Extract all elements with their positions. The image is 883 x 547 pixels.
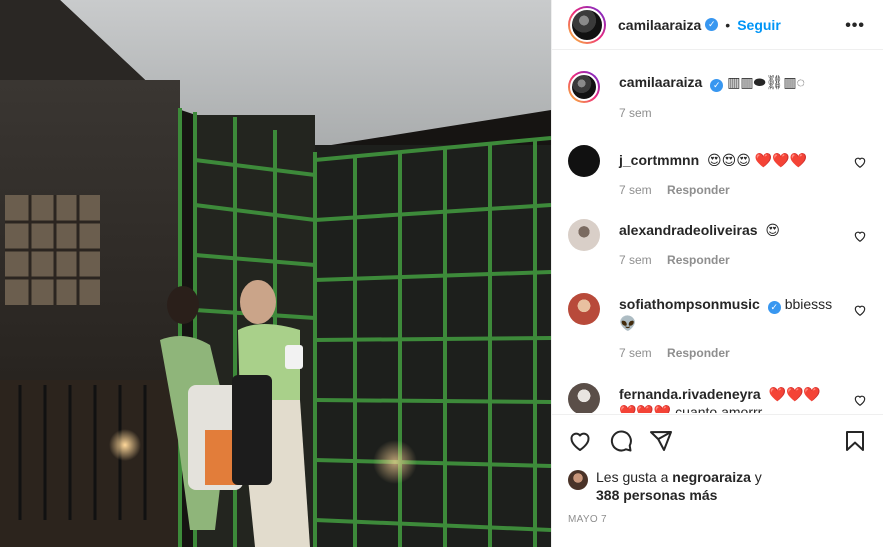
liker-avatar[interactable] bbox=[568, 470, 588, 490]
post-date[interactable]: MAYO 7 bbox=[568, 514, 607, 525]
reply-button[interactable]: Responder bbox=[667, 253, 730, 267]
post-header: camilaaraiza ✓ • Seguir ••• bbox=[552, 0, 883, 50]
follow-button[interactable]: Seguir bbox=[737, 17, 781, 33]
comment-text-line2: ❤️❤️❤️ cuanto amorrr bbox=[619, 404, 763, 413]
comment-meta: 7 sem Responder bbox=[619, 346, 867, 360]
comment-text: ❤️❤️❤️ bbox=[768, 386, 821, 402]
like-heart-icon[interactable] bbox=[568, 429, 592, 453]
caption-username[interactable]: camilaaraiza bbox=[619, 74, 702, 90]
comment-like-heart-icon[interactable] bbox=[853, 155, 867, 169]
caption-time: 7 sem bbox=[619, 106, 652, 120]
comment-item: sofiathompsonmusic ✓ bbiesss 👽 7 sem Resp… bbox=[568, 293, 867, 360]
comment-avatar[interactable] bbox=[568, 219, 600, 251]
author-avatar[interactable] bbox=[568, 5, 606, 44]
comment-meta: 7 sem Responder bbox=[619, 253, 867, 267]
likes-others[interactable]: 388 personas más bbox=[596, 487, 717, 503]
comment-like-heart-icon[interactable] bbox=[853, 303, 867, 317]
comment-text: bbiesss bbox=[784, 296, 833, 312]
likes-joiner: y bbox=[754, 469, 762, 485]
comment-avatar[interactable] bbox=[568, 145, 600, 177]
reply-button[interactable]: Responder bbox=[667, 346, 730, 360]
bookmark-icon[interactable] bbox=[843, 429, 867, 453]
verified-badge-icon: ✓ bbox=[705, 18, 719, 31]
separator-dot: • bbox=[725, 16, 731, 33]
verified-badge-icon: ✓ bbox=[710, 79, 724, 92]
verified-badge-icon: ✓ bbox=[767, 301, 781, 314]
comment-item: fernanda.rivadeneyra ❤️❤️❤️ ❤️❤️❤️ cuant… bbox=[568, 383, 867, 413]
comment-like-heart-icon[interactable] bbox=[853, 229, 867, 243]
comment-text-line2: 👽 bbox=[619, 315, 637, 331]
comment-item: alexandradeoliveiras 😍 7 sem Responder bbox=[568, 219, 867, 267]
more-options-icon[interactable]: ••• bbox=[845, 17, 865, 35]
comment-icon[interactable] bbox=[609, 429, 633, 453]
comment-like-heart-icon[interactable] bbox=[853, 393, 867, 407]
comment-meta: 7 sem Responder bbox=[619, 183, 867, 197]
comment-username[interactable]: fernanda.rivadeneyra bbox=[619, 386, 761, 402]
comment-time: 7 sem bbox=[619, 253, 652, 267]
comment-time: 7 sem bbox=[619, 183, 652, 197]
caption: camilaaraiza ✓ ▥▥⬬⛓▥◌ 7 sem bbox=[568, 71, 867, 120]
likes-prefix: Les gusta a bbox=[596, 469, 669, 485]
post-side-panel: camilaaraiza ✓ • Seguir ••• camilaaraiza… bbox=[551, 0, 883, 547]
reply-button[interactable]: Responder bbox=[667, 183, 730, 197]
comment-avatar[interactable] bbox=[568, 383, 600, 413]
post-photo[interactable] bbox=[0, 0, 551, 547]
photo-scene bbox=[0, 0, 551, 547]
comment-avatar[interactable] bbox=[568, 293, 600, 325]
share-icon[interactable] bbox=[649, 429, 673, 453]
comment-text: 😍😍😍 ❤️❤️❤️ bbox=[707, 152, 807, 168]
author-username[interactable]: camilaaraiza bbox=[618, 17, 701, 33]
caption-avatar[interactable] bbox=[568, 71, 600, 103]
comment-text: 😍 bbox=[765, 222, 781, 238]
comment-username[interactable]: j_cortmmnn bbox=[619, 152, 699, 168]
likes-summary: Les gusta a negroaraiza y 388 personas m… bbox=[568, 468, 867, 504]
comment-time: 7 sem bbox=[619, 346, 652, 360]
caption-text: ▥▥⬬⛓▥◌ bbox=[727, 74, 805, 90]
post-actions bbox=[552, 414, 883, 466]
comments-list[interactable]: camilaaraiza ✓ ▥▥⬬⛓▥◌ 7 sem j_cortmmnn 😍😍… bbox=[552, 51, 883, 413]
comment-item: j_cortmmnn 😍😍😍 ❤️❤️❤️ 7 sem Responder bbox=[568, 145, 867, 197]
liker-username[interactable]: negroaraiza bbox=[672, 469, 751, 485]
comment-username[interactable]: sofiathompsonmusic bbox=[619, 296, 760, 312]
comment-username[interactable]: alexandradeoliveiras bbox=[619, 222, 758, 238]
